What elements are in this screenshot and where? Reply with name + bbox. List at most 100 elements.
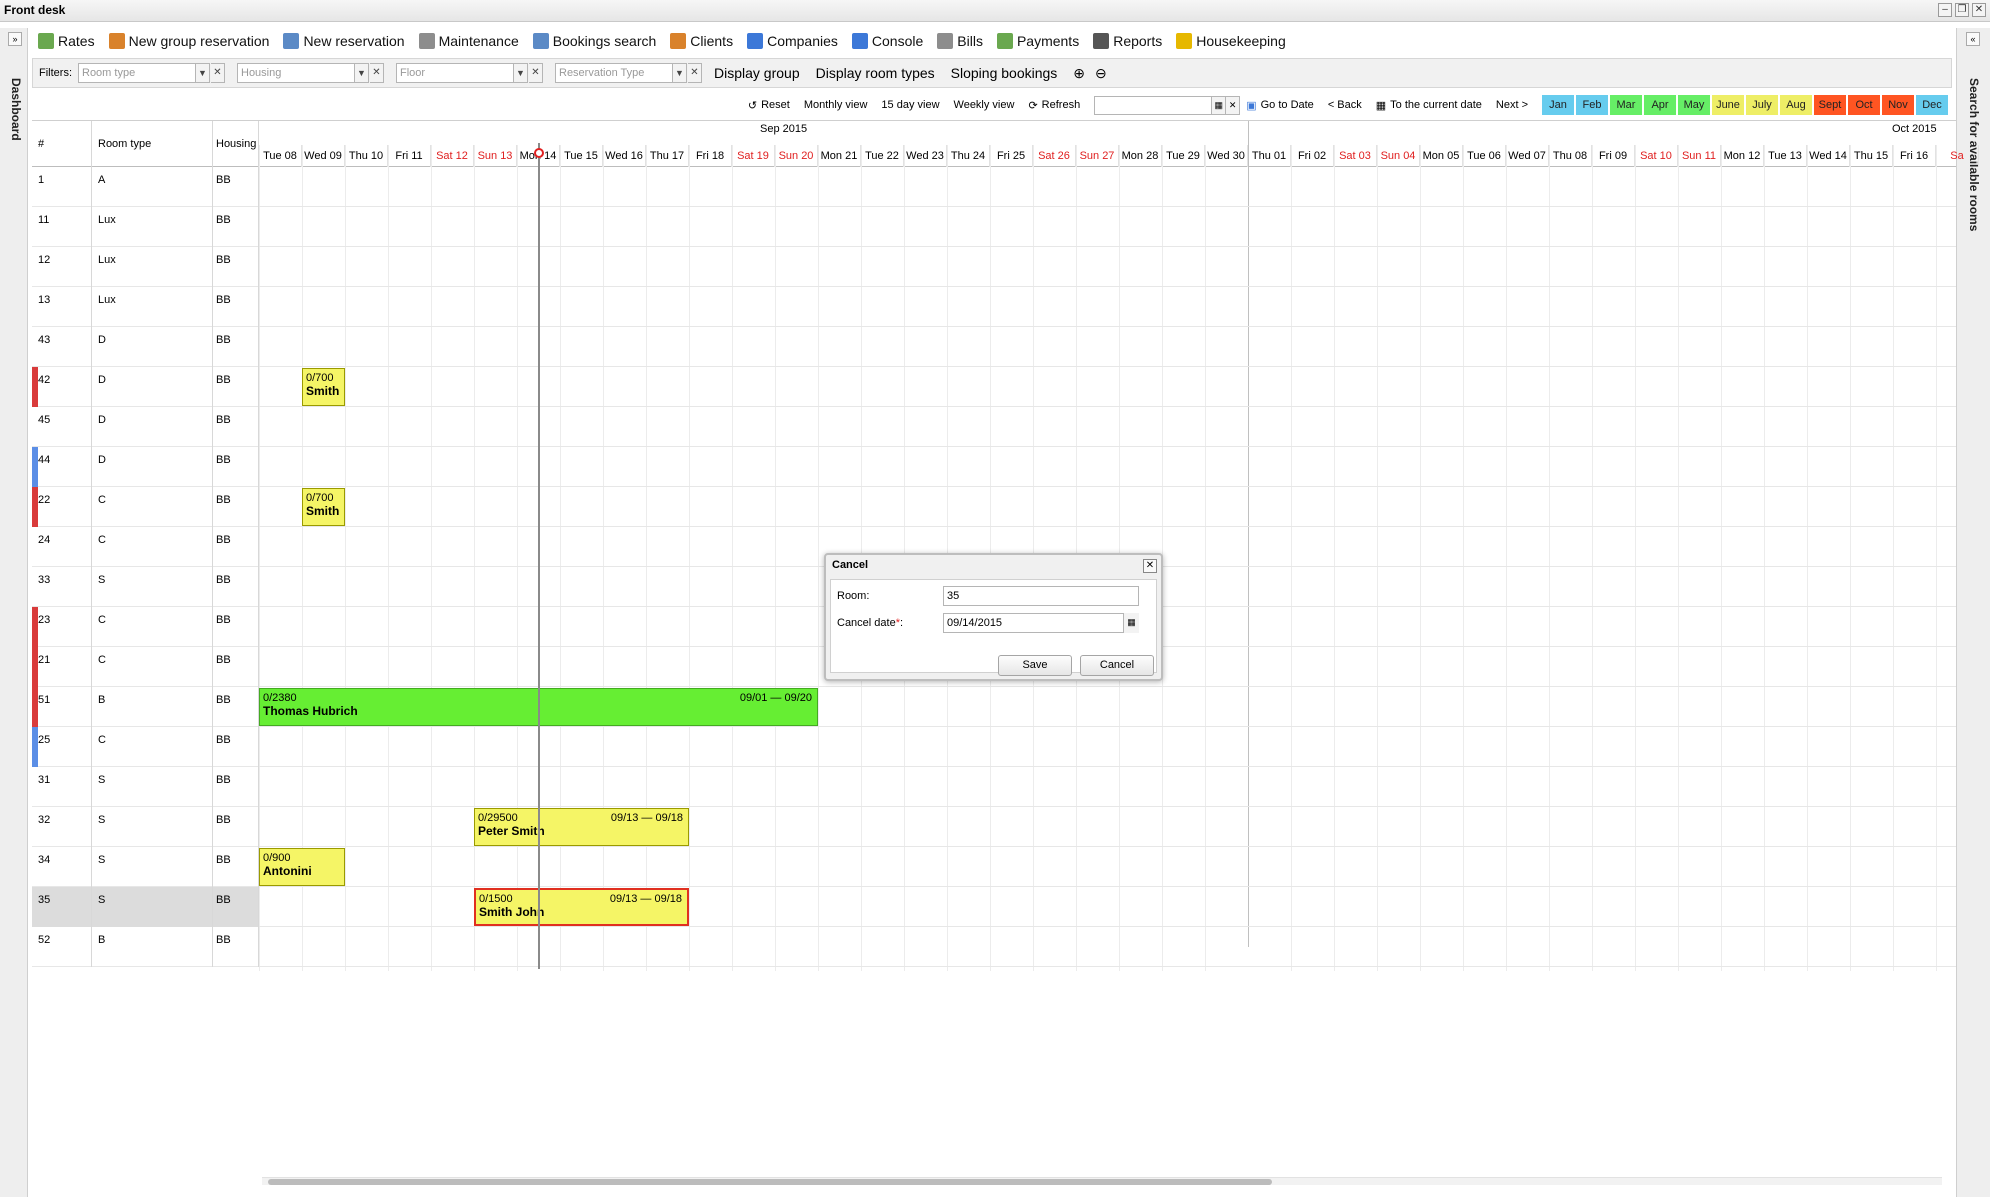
room-row[interactable]: 31 S BB <box>32 767 1956 807</box>
room-row[interactable]: 32 S BB <box>32 807 1956 847</box>
month-oct-button[interactable]: Oct <box>1848 95 1880 115</box>
sloping-bookings-button[interactable]: Sloping bookings <box>951 65 1058 81</box>
booking-block[interactable]: 0/1500 Smith John 09/13 — 09/18 <box>474 888 689 926</box>
save-button[interactable]: Save <box>998 655 1072 676</box>
room-row[interactable]: 13 Lux BB <box>32 287 1956 327</box>
weekly-view-button[interactable]: Weekly view <box>954 99 1015 111</box>
clear-icon[interactable]: ✕ <box>1226 95 1241 115</box>
chevron-down-icon[interactable]: ▼ <box>514 63 528 83</box>
display-room-types-button[interactable]: Display room types <box>816 65 935 81</box>
toolbar-console-button[interactable]: Console <box>851 33 923 49</box>
toolbar-new-group-reservation-button[interactable]: New group reservation <box>108 33 269 49</box>
booking-block[interactable]: 0/700 Smith <box>302 488 345 526</box>
cancel-button[interactable]: Cancel <box>1080 655 1154 676</box>
room-row[interactable]: 43 D BB <box>32 327 1956 367</box>
reservation-type-input[interactable]: Reservation Type <box>555 63 673 83</box>
floor-input[interactable]: Floor <box>396 63 514 83</box>
month-july-button[interactable]: July <box>1746 95 1778 115</box>
chevron-down-icon[interactable]: ▼ <box>196 63 210 83</box>
month-june-button[interactable]: June <box>1712 95 1744 115</box>
chevron-down-icon[interactable]: ▼ <box>355 63 369 83</box>
expand-left-icon[interactable]: « <box>1966 32 1980 46</box>
floor-filter[interactable]: Floor ▼ ✕ <box>396 63 543 83</box>
reservation-type-filter[interactable]: Reservation Type ▼ ✕ <box>555 63 702 83</box>
close-icon[interactable]: ✕ <box>1143 559 1157 573</box>
month-feb-button[interactable]: Feb <box>1576 95 1608 115</box>
toolbar-rates-button[interactable]: Rates <box>38 33 95 49</box>
go-to-date-field[interactable]: ▦ ✕ <box>1094 95 1241 115</box>
minimize-icon[interactable]: – <box>1938 3 1952 17</box>
booking-block[interactable]: 0/900 Antonini <box>259 848 345 886</box>
dashboard-label[interactable]: Dashboard <box>9 78 23 141</box>
chevron-down-icon[interactable]: ▼ <box>673 63 687 83</box>
close-icon[interactable]: ✕ <box>1972 3 1986 17</box>
display-group-button[interactable]: Display group <box>714 65 800 81</box>
zoom-out-icon[interactable]: ⊖ <box>1095 65 1107 82</box>
toolbar-reports-button[interactable]: Reports <box>1093 33 1162 49</box>
back-button[interactable]: < Back <box>1328 99 1362 111</box>
toolbar-maintenance-button[interactable]: Maintenance <box>418 33 519 49</box>
booking-guest-name: Peter Smith <box>478 824 545 838</box>
next-button[interactable]: Next > <box>1496 99 1528 111</box>
room-type-filter[interactable]: Room type ▼ ✕ <box>78 63 225 83</box>
room-row[interactable]: 52 B BB <box>32 927 1956 967</box>
booking-block[interactable]: 0/700 Smith <box>302 368 345 406</box>
toolbar-payments-button[interactable]: Payments <box>996 33 1079 49</box>
month-sept-button[interactable]: Sept <box>1814 95 1846 115</box>
month-mar-button[interactable]: Mar <box>1610 95 1642 115</box>
column-header-number[interactable]: # <box>32 121 92 167</box>
column-header-room-type[interactable]: Room type <box>92 121 213 167</box>
toolbar-companies-button[interactable]: Companies <box>747 33 838 49</box>
month-may-button[interactable]: May <box>1678 95 1710 115</box>
room-row[interactable]: 12 Lux BB <box>32 247 1956 287</box>
toolbar-new-reservation-button[interactable]: New reservation <box>283 33 405 49</box>
month-aug-button[interactable]: Aug <box>1780 95 1812 115</box>
room-row[interactable]: 35 S BB <box>32 887 1956 927</box>
cancel-date-field[interactable]: 09/14/2015 <box>943 613 1139 633</box>
dashboard-panel[interactable]: » Dashboard <box>0 28 28 1197</box>
go-to-date-button[interactable]: ▣ Go to Date <box>1246 99 1314 112</box>
room-row[interactable]: 45 D BB <box>32 407 1956 447</box>
month-dec-button[interactable]: Dec <box>1916 95 1948 115</box>
calendar-icon[interactable]: ▦ <box>1123 613 1139 633</box>
clear-icon[interactable]: ✕ <box>688 63 702 83</box>
room-field[interactable]: 35 <box>943 586 1139 606</box>
available-rooms-panel[interactable]: « Search for available rooms <box>1956 28 1990 1197</box>
toolbar-housekeeping-button[interactable]: Housekeeping <box>1176 33 1286 49</box>
month-nov-button[interactable]: Nov <box>1882 95 1914 115</box>
expand-right-icon[interactable]: » <box>8 32 22 46</box>
current-date-button[interactable]: ▦ To the current date <box>1376 99 1482 112</box>
fifteen-day-view-button[interactable]: 15 day view <box>881 99 939 111</box>
month-jan-button[interactable]: Jan <box>1542 95 1574 115</box>
booking-block[interactable]: 0/29500 Peter Smith 09/13 — 09/18 <box>474 808 689 846</box>
clear-icon[interactable]: ✕ <box>529 63 543 83</box>
reset-button[interactable]: ↺ Reset <box>748 99 790 112</box>
monthly-view-button[interactable]: Monthly view <box>804 99 868 111</box>
day-header: Sun 11 <box>1678 145 1721 167</box>
room-row[interactable]: 1 A BB <box>32 167 1956 207</box>
clear-icon[interactable]: ✕ <box>211 63 225 83</box>
housing-input[interactable]: Housing <box>237 63 355 83</box>
day-header: Fri 16 <box>1893 145 1936 167</box>
clear-icon[interactable]: ✕ <box>370 63 384 83</box>
room-row[interactable]: 11 Lux BB <box>32 207 1956 247</box>
room-row[interactable]: 25 C BB <box>32 727 1956 767</box>
room-type: B <box>92 687 213 727</box>
date-input[interactable] <box>1094 95 1213 115</box>
housing-filter[interactable]: Housing ▼ ✕ <box>237 63 384 83</box>
restore-icon[interactable]: ❐ <box>1955 3 1969 17</box>
room-type-input[interactable]: Room type <box>78 63 196 83</box>
zoom-in-icon[interactable]: ⊕ <box>1073 65 1085 82</box>
toolbar-clients-button[interactable]: Clients <box>670 33 733 49</box>
room-type: A <box>92 167 213 207</box>
month-apr-button[interactable]: Apr <box>1644 95 1676 115</box>
scrollbar-thumb[interactable] <box>268 1179 1272 1185</box>
toolbar-bills-button[interactable]: Bills <box>937 33 983 49</box>
room-type: D <box>92 327 213 367</box>
horizontal-scrollbar[interactable] <box>262 1177 1942 1185</box>
toolbar-bookings-search-button[interactable]: Bookings search <box>532 33 656 49</box>
room-row[interactable]: 44 D BB <box>32 447 1956 487</box>
refresh-button[interactable]: ⟳ Refresh <box>1028 99 1080 112</box>
column-header-housing[interactable]: Housing <box>213 121 259 167</box>
calendar-icon[interactable]: ▦ <box>1212 95 1227 115</box>
